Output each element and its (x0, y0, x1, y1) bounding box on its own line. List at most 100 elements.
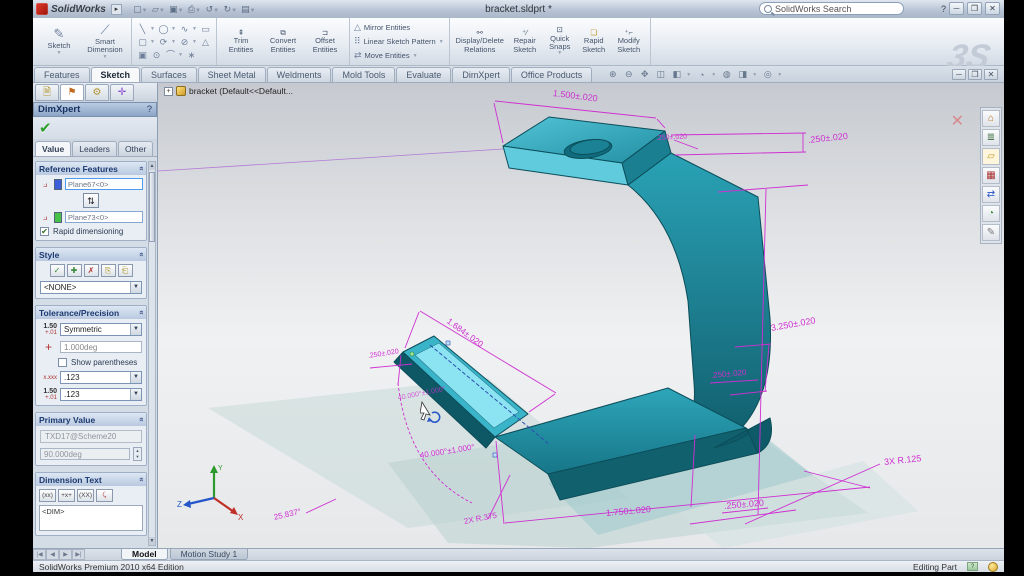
tab-leaders[interactable]: Leaders (72, 141, 117, 156)
property-manager-tab-icon[interactable]: ⚑ (60, 84, 84, 101)
primary-value-field[interactable]: 90.000deg (40, 448, 130, 460)
appearances-icon[interactable]: ⇄ (982, 186, 1000, 203)
tab-motion-study[interactable]: Motion Study 1 (170, 549, 249, 560)
rectangle-tool-icon[interactable]: ▭ (199, 23, 212, 35)
line-tool-icon[interactable]: ╲ (136, 23, 149, 35)
rapid-dimensioning-checkbox[interactable]: ✔ (40, 227, 49, 236)
tab-office-products[interactable]: Office Products (511, 67, 592, 82)
zoom-in-icon[interactable]: ⊕ (606, 69, 619, 80)
revolve-tool-icon[interactable]: ⟳ (157, 36, 170, 48)
sketch-button[interactable]: ✎ Sketch▼ (37, 20, 81, 64)
tab-scroll-left-icon[interactable]: ◀ (46, 549, 59, 560)
tolerance-type-dropdown[interactable]: Symmetric ▼ (60, 323, 142, 336)
corner-rectangle-icon[interactable]: ▢ (136, 36, 149, 48)
tab-dimxpert[interactable]: DimXpert (452, 67, 510, 82)
move-entities-button[interactable]: ⇄ Move Entities▼ (354, 50, 445, 62)
new-document-icon[interactable]: ▢▼ (132, 3, 149, 16)
redo-icon[interactable]: ↻▼ (222, 3, 239, 16)
collapse-icon[interactable]: » (136, 252, 145, 256)
style-apply-default-button[interactable]: ✓ (50, 264, 65, 277)
tab-features[interactable]: Features (34, 67, 90, 82)
feature-tree-flyout[interactable]: + bracket (Default<<Default... (164, 86, 293, 96)
collapse-icon[interactable]: » (136, 477, 145, 481)
point-tool-icon[interactable]: ⊙ (150, 49, 163, 61)
collapse-icon[interactable]: » (136, 310, 145, 314)
arc-tool-icon[interactable]: ⌒ (164, 49, 177, 61)
style-load-button[interactable]: ⎗ (118, 264, 133, 277)
plane1-input[interactable]: Plane67<0> (65, 178, 143, 190)
quick-tips-icon[interactable]: ? (967, 562, 978, 571)
minimize-button[interactable]: ─ (949, 2, 964, 15)
print-icon[interactable]: ⎙▼ (186, 3, 203, 16)
centerline-tool-icon[interactable]: ∗ (185, 49, 198, 61)
doc-minimize-button[interactable]: ─ (952, 69, 966, 80)
style-add-button[interactable]: ✚ (67, 264, 82, 277)
doc-restore-button[interactable]: ❐ (968, 69, 982, 80)
slot-tool-icon[interactable]: ⊘ (178, 36, 191, 48)
rotate-view-icon[interactable]: ◔ (695, 70, 708, 80)
tab-surfaces[interactable]: Surfaces (141, 67, 197, 82)
unit-precision-dropdown[interactable]: .123 ▼ (60, 371, 142, 384)
tab-model[interactable]: Model (121, 549, 168, 560)
graphics-viewport[interactable]: + bracket (Default<<Default... 1.500±.02… (158, 83, 1004, 548)
open-icon[interactable]: ▱▼ (150, 3, 167, 16)
tolerance-precision-dropdown[interactable]: .123 ▼ (60, 388, 142, 401)
design-library-icon[interactable]: ≣ (982, 129, 1000, 146)
dim-text-leader-button[interactable]: ⤹ (96, 489, 113, 502)
scrollbar-thumb[interactable] (149, 172, 155, 242)
shadows-icon[interactable]: ◍ (720, 69, 733, 80)
tab-other[interactable]: Other (118, 141, 153, 156)
style-dropdown[interactable]: <NONE> ▼ (40, 281, 142, 294)
repair-sketch-button[interactable]: ⁺∕ Repair Sketch (508, 20, 542, 64)
polygon-tool-icon[interactable]: △ (199, 36, 212, 48)
undo-icon[interactable]: ↺▼ (204, 3, 221, 16)
dimxpert-tab-icon[interactable]: ✛ (110, 84, 134, 101)
quick-snaps-button[interactable]: ⊡ Quick Snaps▼ (544, 20, 576, 64)
tab-scroll-right-icon[interactable]: ▶ (59, 549, 72, 560)
select-icon[interactable]: ▤▼ (240, 3, 257, 16)
panel-scrollbar[interactable]: ▲ ▼ (148, 161, 156, 546)
view-orientation-icon[interactable]: ◫ (654, 69, 667, 80)
style-delete-button[interactable]: ✗ (84, 264, 99, 277)
close-sketch-x-icon[interactable]: ✕ (951, 111, 964, 131)
show-parentheses-checkbox[interactable] (58, 358, 67, 367)
mirror-entities-button[interactable]: △ Mirror Entities (354, 22, 445, 34)
dim-text-caps-button[interactable]: (XX) (77, 489, 94, 502)
scroll-down-icon[interactable]: ▼ (149, 537, 155, 545)
tab-value[interactable]: Value (35, 141, 71, 156)
convert-entities-button[interactable]: ⧉ Convert Entities (263, 20, 303, 64)
display-delete-relations-button[interactable]: ⚯ Display/Delete Relations (454, 20, 506, 64)
offset-entities-button[interactable]: ⊐ Offset Entities (305, 20, 345, 64)
menu-expand-icon[interactable]: ▸ (111, 4, 122, 15)
section-view-icon[interactable]: ◨ (736, 69, 749, 80)
collapse-icon[interactable]: » (136, 166, 145, 170)
modify-sketch-button[interactable]: ⁺⌐ Modify Sketch (612, 20, 646, 64)
tab-scroll-first-icon[interactable]: |◀ (33, 549, 46, 560)
collapse-icon[interactable]: » (136, 417, 145, 421)
doc-close-button[interactable]: ✕ (984, 69, 998, 80)
spline-tool-icon[interactable]: ∿ (178, 23, 191, 35)
swap-planes-button[interactable]: ⇅ (83, 193, 99, 208)
close-button[interactable]: ✕ (985, 2, 1000, 15)
rapid-sketch-button[interactable]: ❏ Rapid Sketch (578, 20, 610, 64)
scenes-icon[interactable]: ◔ (982, 205, 1000, 222)
home-icon[interactable]: ⌂ (982, 110, 1000, 127)
dim-text-xx-button[interactable]: (xx) (39, 489, 56, 502)
display-style-icon[interactable]: ◧ (670, 69, 683, 80)
style-save-button[interactable]: ⎘ (101, 264, 116, 277)
dim-text-insert-button[interactable]: +x+ (58, 489, 75, 502)
scroll-up-icon[interactable]: ▲ (149, 162, 155, 170)
appearance-icon[interactable]: ◎ (761, 69, 774, 80)
tab-weldments[interactable]: Weldments (267, 67, 332, 82)
tab-evaluate[interactable]: Evaluate (396, 67, 451, 82)
expand-tree-icon[interactable]: + (164, 87, 173, 96)
tab-sketch[interactable]: Sketch (91, 67, 141, 82)
custom-properties-icon[interactable]: ✎ (982, 224, 1000, 241)
restore-button[interactable]: ❐ (967, 2, 982, 15)
help-button[interactable]: ? (941, 4, 946, 14)
plane2-input[interactable]: Plane73<0> (65, 211, 143, 223)
parallelogram-tool-icon[interactable]: ▣ (136, 49, 149, 61)
pan-icon[interactable]: ✥ (638, 69, 651, 80)
save-icon[interactable]: ▣▼ (168, 3, 185, 16)
value-spinner[interactable]: ▲▼ (133, 447, 142, 461)
